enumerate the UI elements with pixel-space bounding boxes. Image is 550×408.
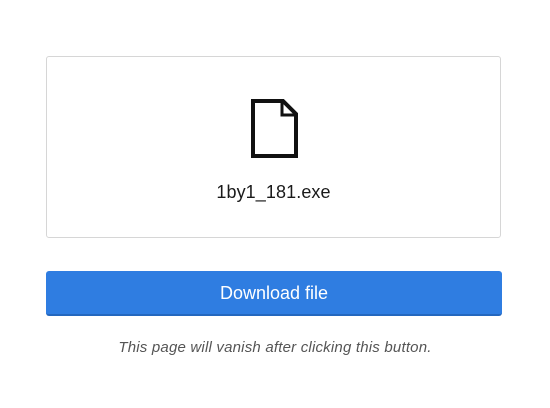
file-name: 1by1_181.exe [216, 182, 331, 202]
vanish-note: This page will vanish after clicking thi… [118, 339, 432, 356]
file-card: 1by1_181.exe [46, 56, 501, 238]
file-icon [250, 98, 299, 159]
download-page: 1by1_181.exe Download file This page wil… [0, 0, 550, 408]
download-file-button[interactable]: Download file [46, 271, 502, 316]
